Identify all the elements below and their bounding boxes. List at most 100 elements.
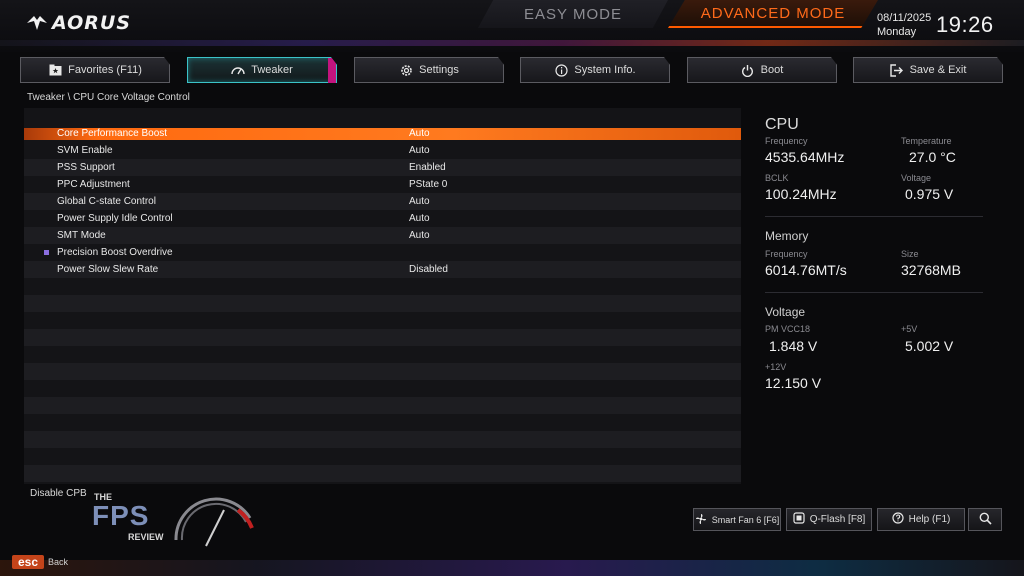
setting-value: Auto <box>409 145 430 156</box>
empty-row <box>24 414 741 431</box>
tab-tweaker[interactable]: Tweaker <box>187 57 337 83</box>
qflash-button[interactable]: Q-Flash [F8] <box>786 508 872 531</box>
submenu-bullet-icon <box>44 250 49 255</box>
setting-value: Auto <box>409 230 430 241</box>
tab-tweaker-label: Tweaker <box>251 64 293 76</box>
bottom-glow <box>0 560 1024 576</box>
star-folder-icon <box>48 63 62 77</box>
cpu-temperature-value: 27.0 °C <box>909 149 956 165</box>
empty-row <box>24 312 741 329</box>
esc-label: Back <box>48 557 69 567</box>
clock: 19:26 <box>936 12 994 37</box>
main-tabs: Favorites (F11) Tweaker Settings System … <box>20 57 1004 83</box>
pm-vcc18-value: 1.848 V <box>769 338 818 354</box>
esc-key: esc <box>12 555 45 569</box>
esc-back-button[interactable]: esc Back <box>12 554 68 570</box>
setting-row-pss-support[interactable]: PSS Support Enabled <box>24 159 741 176</box>
gear-icon <box>399 63 413 77</box>
memory-size-label: Size <box>901 249 919 259</box>
gauge-icon <box>231 63 245 77</box>
v5-value: 5.002 V <box>905 338 954 354</box>
empty-row <box>24 295 741 312</box>
help-description: Disable CPB <box>30 488 87 499</box>
memory-frequency-label: Frequency <box>765 249 808 259</box>
help-button[interactable]: Help (F1) <box>877 508 965 531</box>
date-text: 08/11/2025 <box>877 12 932 24</box>
smart-fan-button[interactable]: Smart Fan 6 [F6] <box>693 508 781 531</box>
tab-favorites[interactable]: Favorites (F11) <box>20 57 170 83</box>
setting-name: Core Performance Boost <box>57 128 168 139</box>
cpu-temperature-label: Temperature <box>901 136 952 146</box>
tab-save-exit-label: Save & Exit <box>909 64 967 76</box>
setting-row-core-performance-boost[interactable]: Core Performance Boost Auto <box>24 128 741 140</box>
setting-row-svm-enable[interactable]: SVM Enable Auto <box>24 142 741 159</box>
easy-mode-button[interactable]: EASY MODE <box>478 0 668 28</box>
power-icon <box>741 63 755 77</box>
cpu-frequency-value: 4535.64MHz <box>765 149 845 165</box>
empty-row <box>24 108 741 125</box>
setting-row-power-supply-idle[interactable]: Power Supply Idle Control Auto <box>24 210 741 227</box>
empty-row <box>24 431 741 448</box>
tab-settings[interactable]: Settings <box>354 57 504 83</box>
tab-system-info[interactable]: System Info. <box>520 57 670 83</box>
aorus-logo: AORUS <box>26 12 131 34</box>
setting-value: Auto <box>409 128 430 139</box>
setting-value: Disabled <box>409 264 448 275</box>
day-text: Monday <box>877 26 917 38</box>
tab-favorites-label: Favorites (F11) <box>68 64 142 76</box>
cpu-bclk-value: 100.24MHz <box>765 186 837 202</box>
empty-row <box>24 363 741 380</box>
setting-name: Power Supply Idle Control <box>57 213 173 224</box>
search-button[interactable] <box>968 508 1002 531</box>
setting-row-global-cstate[interactable]: Global C-state Control Auto <box>24 193 741 210</box>
setting-row-smt-mode[interactable]: SMT Mode Auto <box>24 227 741 244</box>
setting-value: Enabled <box>409 162 446 173</box>
date-display: 08/11/2025 Monday <box>877 11 931 39</box>
logo-text: AORUS <box>52 12 132 34</box>
v5-label: +5V <box>901 324 918 334</box>
cpu-title: CPU <box>765 116 799 133</box>
advanced-mode-button[interactable]: ADVANCED MODE <box>668 0 878 28</box>
setting-name: SMT Mode <box>57 230 106 241</box>
voltage-title: Voltage <box>765 305 806 319</box>
setting-row-precision-boost-overdrive[interactable]: Precision Boost Overdrive <box>24 244 741 261</box>
setting-name: Precision Boost Overdrive <box>57 247 173 258</box>
empty-row <box>24 329 741 346</box>
setting-name: PSS Support <box>57 162 115 173</box>
memory-size-value: 32768MB <box>901 262 961 278</box>
empty-row <box>24 278 741 295</box>
cpu-voltage-label: Voltage <box>901 173 932 183</box>
empty-row <box>24 380 741 397</box>
tab-boot[interactable]: Boot <box>687 57 837 83</box>
fan-icon <box>695 513 707 527</box>
setting-row-ppc-adjustment[interactable]: PPC Adjustment PState 0 <box>24 176 741 193</box>
setting-row-power-slow-slew[interactable]: Power Slow Slew Rate Disabled <box>24 261 741 278</box>
qflash-label: Q-Flash [F8] <box>809 514 866 525</box>
v12-label: +12V <box>765 362 787 372</box>
watermark-fps: FPS <box>92 500 150 531</box>
cpu-frequency-label: Frequency <box>765 136 808 146</box>
info-icon <box>554 63 568 77</box>
setting-value: PState 0 <box>409 179 448 190</box>
empty-row <box>24 448 741 465</box>
empty-row <box>24 465 741 482</box>
pm-vcc18-label: PM VCC18 <box>765 324 811 334</box>
divider <box>765 292 983 293</box>
top-bar-glow <box>0 40 1024 46</box>
fps-review-watermark: THE FPS REVIEW <box>90 490 260 550</box>
tab-settings-label: Settings <box>419 64 459 76</box>
setting-name: PPC Adjustment <box>57 179 130 190</box>
tab-system-info-label: System Info. <box>574 64 636 76</box>
breadcrumb: Tweaker \ CPU Core Voltage Control <box>27 92 190 103</box>
divider <box>765 216 983 217</box>
setting-name: Global C-state Control <box>57 196 156 207</box>
empty-row <box>24 346 741 363</box>
tab-boot-label: Boot <box>760 64 784 76</box>
search-icon <box>979 512 992 527</box>
setting-value: Auto <box>409 213 430 224</box>
help-icon <box>892 512 904 527</box>
smart-fan-label: Smart Fan 6 [F6] <box>711 514 780 525</box>
tab-save-exit[interactable]: Save & Exit <box>853 57 1003 83</box>
setting-value: Auto <box>409 196 430 207</box>
settings-panel: Core Performance Boost Auto SVM Enable A… <box>24 108 741 484</box>
